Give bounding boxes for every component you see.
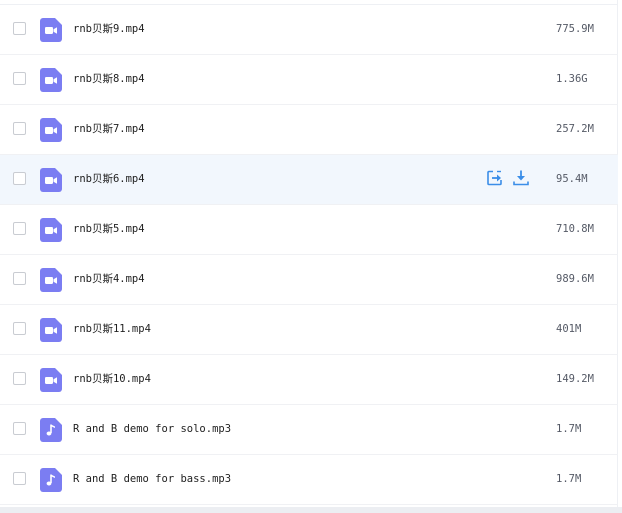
file-name[interactable]: rnb贝斯6.mp4 (73, 172, 145, 186)
file-name[interactable]: R and B demo for bass.mp3 (73, 472, 231, 486)
file-name[interactable]: rnb贝斯7.mp4 (73, 122, 145, 136)
horizontal-scrollbar[interactable] (0, 507, 622, 513)
file-name[interactable]: rnb贝斯5.mp4 (73, 222, 145, 236)
file-row[interactable]: rnb贝斯10.mp4 149.2M (0, 355, 618, 405)
row-checkbox[interactable] (13, 222, 26, 235)
file-row[interactable]: rnb贝斯11.mp4 401M (0, 305, 618, 355)
row-checkbox[interactable] (13, 122, 26, 135)
file-row[interactable]: rnb贝斯7.mp4 257.2M (0, 105, 618, 155)
video-file-icon (40, 318, 62, 342)
file-list: rnb贝斯9.mp4 775.9M rnb贝斯8.mp4 1.36G rnb贝斯… (0, 0, 618, 507)
file-size: 710.8M (556, 223, 594, 235)
row-checkbox[interactable] (13, 22, 26, 35)
video-file-icon (40, 168, 62, 192)
file-size: 95.4M (556, 173, 588, 185)
file-name[interactable]: rnb贝斯9.mp4 (73, 22, 145, 36)
file-row[interactable]: rnb贝斯4.mp4 989.6M (0, 255, 618, 305)
file-size: 1.7M (556, 473, 582, 485)
row-checkbox[interactable] (13, 472, 26, 485)
row-checkbox[interactable] (13, 372, 26, 385)
video-file-icon (40, 368, 62, 392)
file-name[interactable]: rnb贝斯11.mp4 (73, 322, 151, 336)
file-row[interactable]: R and B demo for bass.mp3 1.7M (0, 455, 618, 505)
file-size: 401M (556, 323, 582, 335)
file-name[interactable]: rnb贝斯4.mp4 (73, 272, 145, 286)
file-name[interactable]: R and B demo for solo.mp3 (73, 422, 231, 436)
file-name[interactable]: rnb贝斯10.mp4 (73, 372, 151, 386)
file-row[interactable]: rnb贝斯9.mp4 775.9M (0, 5, 618, 55)
file-size: 989.6M (556, 273, 594, 285)
file-name[interactable]: rnb贝斯8.mp4 (73, 72, 145, 86)
file-size: 257.2M (556, 123, 594, 135)
file-row[interactable]: rnb贝斯5.mp4 710.8M (0, 205, 618, 255)
video-file-icon (40, 18, 62, 42)
file-row-hovered[interactable]: rnb贝斯6.mp4 95.4M (0, 155, 618, 205)
row-actions (486, 169, 530, 189)
file-size: 775.9M (556, 23, 594, 35)
video-file-icon (40, 118, 62, 142)
row-checkbox[interactable] (13, 72, 26, 85)
audio-file-icon (40, 418, 62, 442)
row-checkbox[interactable] (13, 172, 26, 185)
file-row[interactable]: rnb贝斯8.mp4 1.36G (0, 55, 618, 105)
row-checkbox[interactable] (13, 272, 26, 285)
row-checkbox[interactable] (13, 322, 26, 335)
video-file-icon (40, 68, 62, 92)
share-icon[interactable] (486, 169, 504, 187)
download-icon[interactable] (512, 169, 530, 187)
video-file-icon (40, 268, 62, 292)
file-size: 1.36G (556, 73, 588, 85)
file-size: 149.2M (556, 373, 594, 385)
video-file-icon (40, 218, 62, 242)
audio-file-icon (40, 468, 62, 492)
row-checkbox[interactable] (13, 422, 26, 435)
file-size: 1.7M (556, 423, 582, 435)
file-row[interactable]: R and B demo for solo.mp3 1.7M (0, 405, 618, 455)
